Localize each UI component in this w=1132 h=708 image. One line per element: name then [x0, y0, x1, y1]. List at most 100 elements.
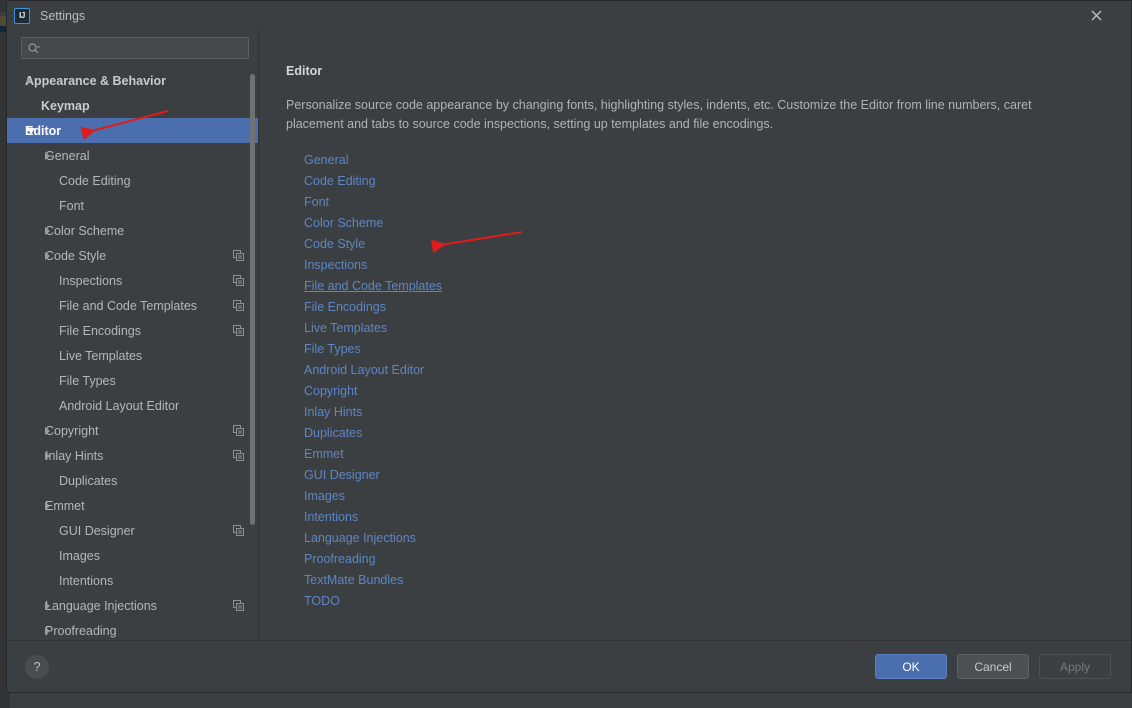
- sidebar-item-label: Code Style: [45, 249, 106, 263]
- sidebar-item-inspections[interactable]: Inspections: [7, 268, 258, 293]
- sidebar-scrollbar[interactable]: [247, 65, 258, 640]
- settings-link-code-editing[interactable]: Code Editing: [304, 171, 376, 192]
- sidebar-item-label: Emmet: [45, 499, 85, 513]
- settings-link-language-injections[interactable]: Language Injections: [304, 528, 416, 549]
- sidebar-item-file-types[interactable]: File Types: [7, 368, 258, 393]
- help-icon[interactable]: ?: [25, 655, 49, 679]
- sidebar-item-proofreading[interactable]: Proofreading: [7, 618, 258, 640]
- chevron-right-icon[interactable]: [45, 252, 50, 260]
- settings-link-file-encodings[interactable]: File Encodings: [304, 297, 386, 318]
- settings-link-copyright[interactable]: Copyright: [304, 381, 358, 402]
- sidebar-item-label: Android Layout Editor: [59, 399, 179, 413]
- ok-button[interactable]: OK: [875, 654, 947, 679]
- sidebar-item-label: File Encodings: [59, 324, 141, 338]
- sidebar-item-gui-designer[interactable]: GUI Designer: [7, 518, 258, 543]
- sidebar-item-appearance-behavior[interactable]: Appearance & Behavior: [7, 68, 258, 93]
- sidebar-item-color-scheme[interactable]: Color Scheme: [7, 218, 258, 243]
- copy-icon[interactable]: [233, 250, 244, 261]
- settings-link-inlay-hints[interactable]: Inlay Hints: [304, 402, 362, 423]
- search-icon: [27, 42, 41, 56]
- sidebar-item-label: Color Scheme: [45, 224, 124, 238]
- sidebar-item-label: Code Editing: [59, 174, 131, 188]
- sidebar-item-label: Intentions: [59, 574, 113, 588]
- footer-buttons: OK Cancel Apply: [875, 654, 1111, 679]
- settings-link-duplicates[interactable]: Duplicates: [304, 423, 362, 444]
- apply-button: Apply: [1039, 654, 1111, 679]
- dialog-title: Settings: [40, 9, 85, 23]
- settings-link-todo[interactable]: TODO: [304, 591, 340, 612]
- sidebar-item-label: General: [45, 149, 89, 163]
- settings-link-general[interactable]: General: [304, 150, 348, 171]
- settings-link-intentions[interactable]: Intentions: [304, 507, 358, 528]
- sidebar-item-label: Keymap: [41, 99, 90, 113]
- settings-link-file-and-code-templates[interactable]: File and Code Templates: [304, 276, 442, 297]
- sidebar-item-duplicates[interactable]: Duplicates: [7, 468, 258, 493]
- copy-icon[interactable]: [233, 325, 244, 336]
- sidebar-item-file-and-code-templates[interactable]: File and Code Templates: [7, 293, 258, 318]
- copy-icon[interactable]: [233, 450, 244, 461]
- sidebar-item-emmet[interactable]: Emmet: [7, 493, 258, 518]
- settings-link-proofreading[interactable]: Proofreading: [304, 549, 376, 570]
- settings-link-inspections[interactable]: Inspections: [304, 255, 367, 276]
- settings-link-code-style[interactable]: Code Style: [304, 234, 365, 255]
- sidebar-item-live-templates[interactable]: Live Templates: [7, 343, 258, 368]
- sidebar-item-label: Inlay Hints: [45, 449, 103, 463]
- sidebar-item-label: Appearance & Behavior: [25, 74, 166, 88]
- intellij-idea-logo-icon: IJ: [14, 8, 30, 24]
- settings-link-font[interactable]: Font: [304, 192, 329, 213]
- copy-icon[interactable]: [233, 425, 244, 436]
- settings-link-file-types[interactable]: File Types: [304, 339, 361, 360]
- chevron-right-icon[interactable]: [45, 602, 50, 610]
- sidebar-item-font[interactable]: Font: [7, 193, 258, 218]
- dialog-title-bar: IJ Settings: [7, 1, 1131, 30]
- sidebar-item-intentions[interactable]: Intentions: [7, 568, 258, 593]
- sidebar-scrollbar-thumb[interactable]: [250, 74, 255, 525]
- sidebar-item-label: Inspections: [59, 274, 122, 288]
- copy-icon[interactable]: [233, 600, 244, 611]
- settings-link-textmate-bundles[interactable]: TextMate Bundles: [304, 570, 403, 591]
- chevron-right-icon[interactable]: [27, 77, 32, 85]
- chevron-right-icon[interactable]: [45, 627, 50, 635]
- chevron-right-icon[interactable]: [45, 152, 50, 160]
- copy-icon[interactable]: [233, 275, 244, 286]
- settings-link-list: GeneralCode EditingFontColor SchemeCode …: [286, 150, 1107, 612]
- dialog-footer: ? OK Cancel Apply: [7, 640, 1131, 692]
- sidebar-item-label: File Types: [59, 374, 116, 388]
- sidebar-item-keymap[interactable]: Keymap: [7, 93, 258, 118]
- search-box[interactable]: [21, 37, 249, 59]
- settings-link-live-templates[interactable]: Live Templates: [304, 318, 387, 339]
- sidebar-item-label: GUI Designer: [59, 524, 135, 538]
- cancel-button[interactable]: Cancel: [957, 654, 1029, 679]
- sidebar-item-label: File and Code Templates: [59, 299, 197, 313]
- sidebar-item-editor[interactable]: Editor: [7, 118, 258, 143]
- chevron-right-icon[interactable]: [45, 427, 50, 435]
- copy-icon[interactable]: [233, 300, 244, 311]
- sidebar-item-general[interactable]: General: [7, 143, 258, 168]
- settings-link-android-layout-editor[interactable]: Android Layout Editor: [304, 360, 424, 381]
- settings-sidebar: Appearance & Behavior Keymap Editor General…: [7, 30, 259, 640]
- sidebar-item-inlay-hints[interactable]: Inlay Hints: [7, 443, 258, 468]
- sidebar-item-label: Language Injections: [45, 599, 157, 613]
- chevron-down-icon[interactable]: [27, 128, 35, 134]
- settings-link-color-scheme[interactable]: Color Scheme: [304, 213, 383, 234]
- close-icon[interactable]: [1085, 5, 1107, 27]
- tree-clip-fade: [7, 638, 258, 640]
- sidebar-item-file-encodings[interactable]: File Encodings: [7, 318, 258, 343]
- settings-link-gui-designer[interactable]: GUI Designer: [304, 465, 380, 486]
- chevron-right-icon[interactable]: [45, 452, 50, 460]
- sidebar-item-android-layout-editor[interactable]: Android Layout Editor: [7, 393, 258, 418]
- sidebar-item-code-style[interactable]: Code Style: [7, 243, 258, 268]
- sidebar-item-language-injections[interactable]: Language Injections: [7, 593, 258, 618]
- sidebar-item-label: Font: [59, 199, 84, 213]
- chevron-right-icon[interactable]: [45, 227, 50, 235]
- sidebar-item-label: Live Templates: [59, 349, 142, 363]
- settings-link-images[interactable]: Images: [304, 486, 345, 507]
- sidebar-item-copyright[interactable]: Copyright: [7, 418, 258, 443]
- chevron-right-icon[interactable]: [45, 502, 50, 510]
- settings-link-emmet[interactable]: Emmet: [304, 444, 344, 465]
- copy-icon[interactable]: [233, 525, 244, 536]
- dialog-body: Appearance & Behavior Keymap Editor General…: [7, 30, 1131, 640]
- sidebar-item-code-editing[interactable]: Code Editing: [7, 168, 258, 193]
- sidebar-item-images[interactable]: Images: [7, 543, 258, 568]
- search-input[interactable]: [44, 40, 248, 56]
